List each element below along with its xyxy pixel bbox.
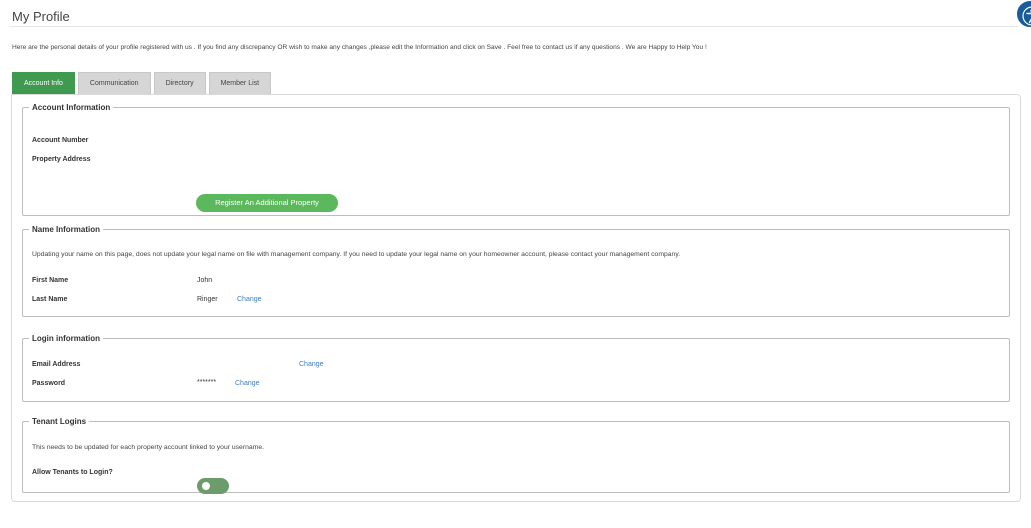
section-legend: Tenant Logins <box>32 417 87 426</box>
profile-tabs: Account Info Communication Directory Mem… <box>12 72 272 94</box>
password-value: ******* <box>197 379 217 386</box>
last-name-value: Ringer <box>197 296 218 303</box>
section-legend: Name Information <box>32 225 101 234</box>
tab-directory[interactable]: Directory <box>153 72 206 94</box>
accessibility-icon[interactable] <box>1017 1 1031 27</box>
email-address-label: Email Address <box>32 361 81 368</box>
tenant-note: This needs to be updated for each proper… <box>32 444 264 451</box>
intro-text: Here are the personal details of your pr… <box>12 44 707 51</box>
tab-panel: Account Information Account Number Prope… <box>11 94 1021 502</box>
change-name-link[interactable]: Change <box>237 296 262 303</box>
login-information-section: Login information Email Address Change P… <box>22 334 1010 402</box>
toggle-knob <box>202 482 210 490</box>
tenant-logins-section: Tenant Logins This needs to be updated f… <box>22 417 1010 494</box>
allow-tenants-label: Allow Tenants to Login? <box>32 469 113 476</box>
section-legend: Login information <box>32 334 100 343</box>
last-name-label: Last Name <box>32 296 68 303</box>
change-email-link[interactable]: Change <box>299 361 324 368</box>
section-legend: Account Information <box>32 103 111 112</box>
first-name-value: John <box>197 277 213 284</box>
account-number-label: Account Number <box>32 137 89 144</box>
allow-tenants-toggle[interactable] <box>197 478 229 494</box>
account-information-section: Account Information Account Number Prope… <box>22 103 1010 216</box>
title-divider <box>10 26 1018 27</box>
change-password-link[interactable]: Change <box>235 380 260 387</box>
password-label: Password <box>32 380 66 387</box>
name-update-note: Updating your name on this page, does no… <box>32 251 681 258</box>
name-information-section: Name Information Updating your name on t… <box>22 225 1010 317</box>
page-title: My Profile <box>12 9 70 24</box>
tab-communication[interactable]: Communication <box>77 72 151 94</box>
tab-member-list[interactable]: Member List <box>208 72 272 94</box>
register-property-button[interactable]: Register An Additional Property <box>196 194 338 212</box>
property-address-label: Property Address <box>32 156 91 163</box>
tab-account-info[interactable]: Account Info <box>12 72 75 94</box>
first-name-label: First Name <box>32 277 69 284</box>
